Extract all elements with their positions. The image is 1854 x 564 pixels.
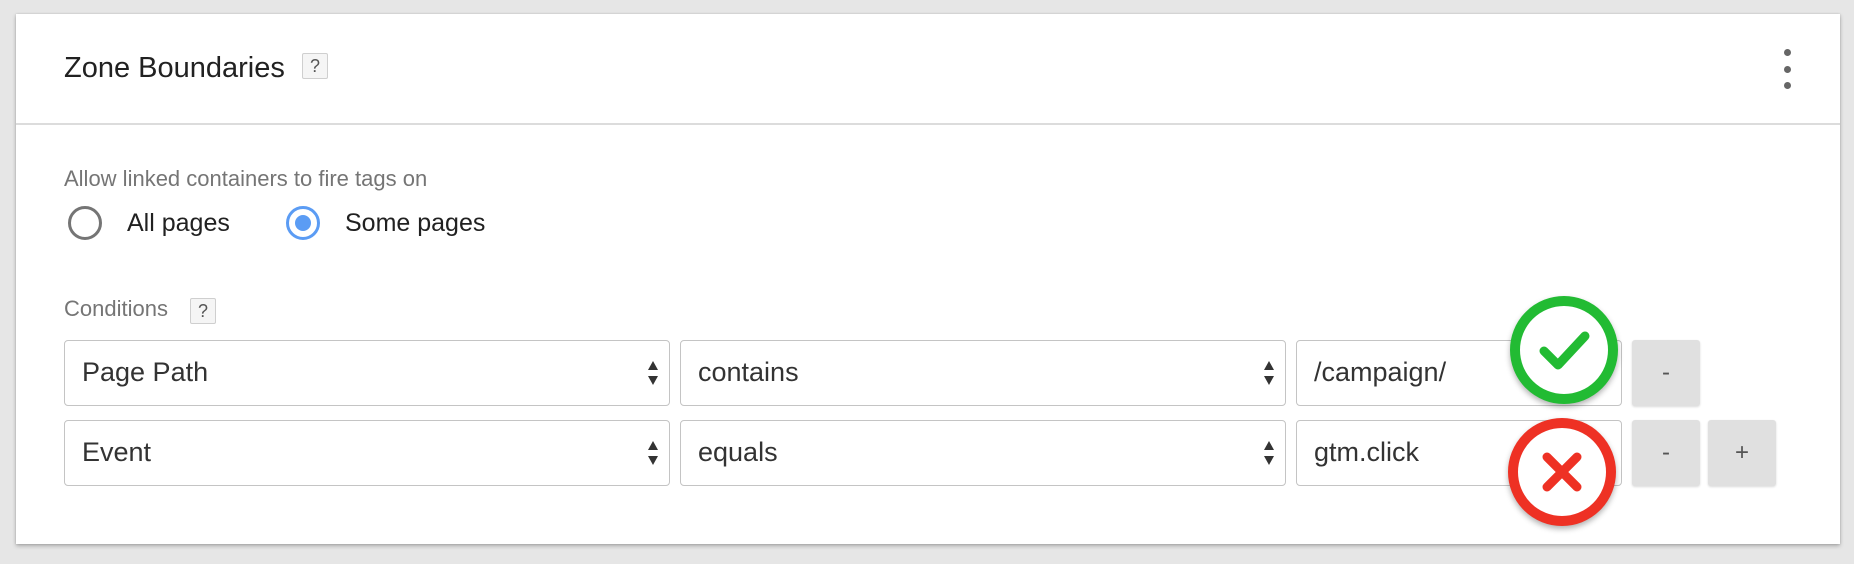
operator-select-value: contains <box>698 357 799 387</box>
radio-all-pages[interactable]: All pages <box>68 206 230 240</box>
panel-header: Zone Boundaries ? <box>16 14 1840 125</box>
radio-unchecked-icon[interactable] <box>68 206 102 240</box>
close-icon <box>1508 418 1616 526</box>
variable-select[interactable]: Page Path <box>64 340 670 406</box>
variable-select-value: Event <box>82 437 152 467</box>
value-input-text: /campaign/ <box>1314 357 1447 387</box>
operator-select[interactable]: equals <box>680 420 1286 486</box>
remove-condition-button[interactable]: - <box>1632 420 1700 486</box>
operator-select-value: equals <box>698 437 778 467</box>
radio-some-pages[interactable]: Some pages <box>286 206 485 240</box>
radio-checked-icon[interactable] <box>286 206 320 240</box>
conditions-label: Conditions <box>64 296 168 321</box>
operator-select[interactable]: contains <box>680 340 1286 406</box>
panel-title: Zone Boundaries <box>64 52 285 84</box>
more-vert-icon[interactable] <box>1780 49 1794 89</box>
add-condition-button[interactable]: + <box>1708 420 1776 486</box>
radio-some-pages-label: Some pages <box>345 208 486 237</box>
select-arrows-icon <box>1264 361 1274 385</box>
variable-select-value: Page Path <box>82 357 209 387</box>
help-icon[interactable]: ? <box>190 298 216 324</box>
variable-select[interactable]: Event <box>64 420 670 486</box>
select-arrows-icon <box>1264 441 1274 465</box>
remove-condition-button[interactable]: - <box>1632 340 1700 406</box>
select-arrows-icon <box>648 441 658 465</box>
value-input-text: gtm.click <box>1314 437 1420 467</box>
radio-all-pages-label: All pages <box>127 208 230 237</box>
fire-tags-label: Allow linked containers to fire tags on <box>64 166 428 191</box>
select-arrows-icon <box>648 361 658 385</box>
check-icon <box>1510 296 1618 404</box>
zone-boundaries-panel: Zone Boundaries ? Allow linked container… <box>16 14 1840 544</box>
help-icon[interactable]: ? <box>302 53 328 79</box>
